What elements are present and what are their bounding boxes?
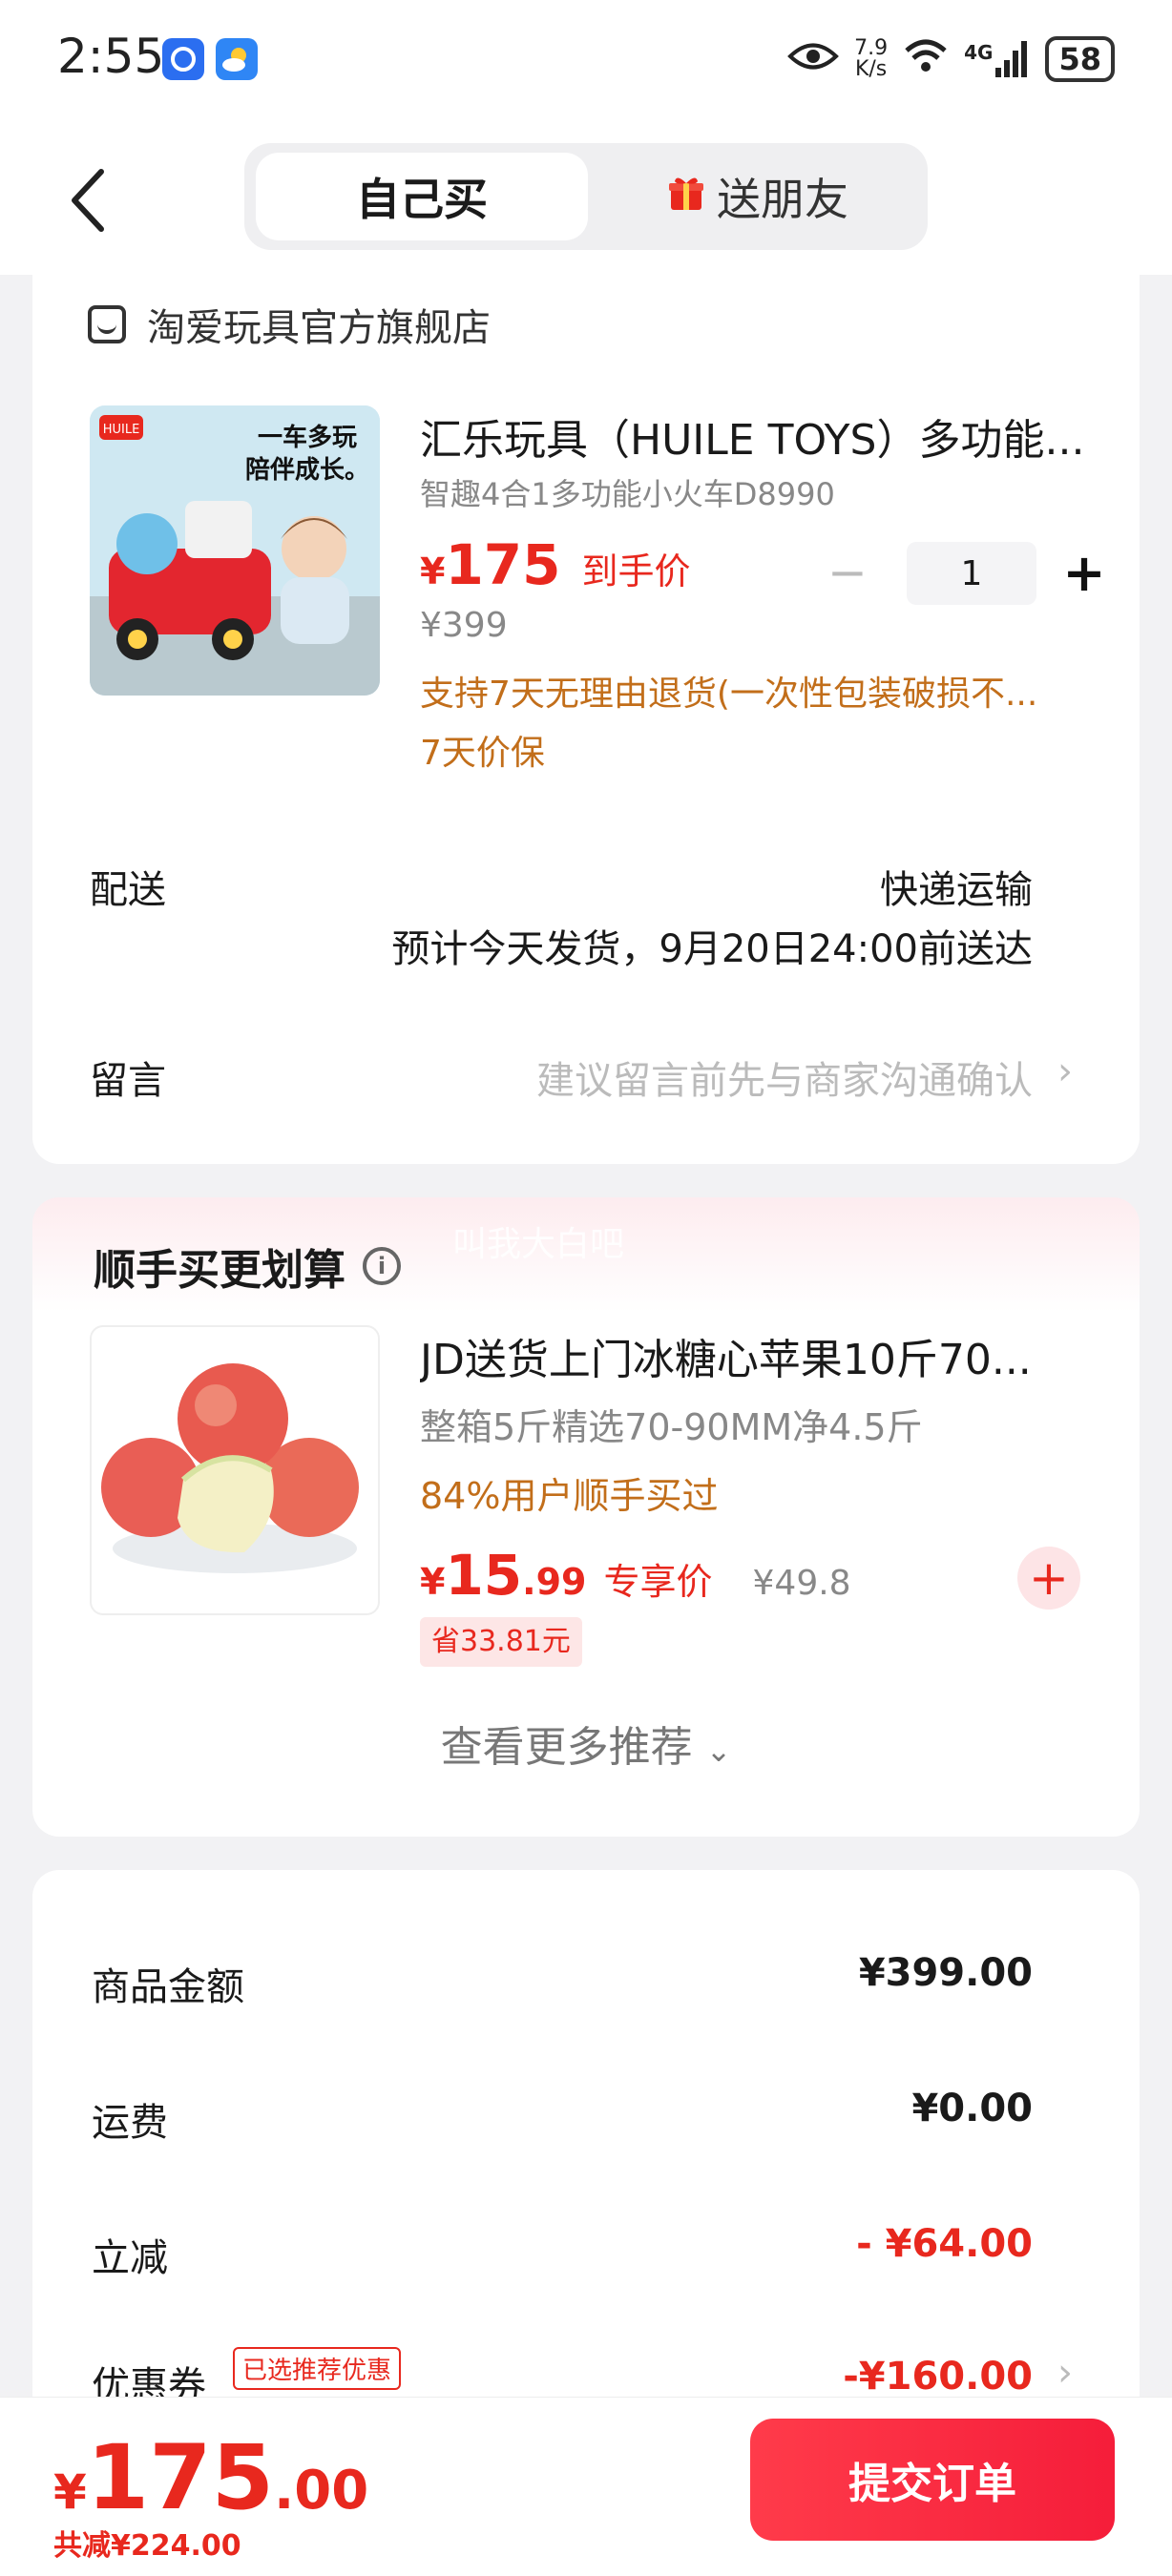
store-icon <box>88 305 126 343</box>
bottom-checkout-bar: ¥ 175 .00 共减¥224.00 提交订单 <box>0 2397 1172 2576</box>
recommended-product-name[interactable]: JD送货上门冰糖心苹果10斤70... <box>420 1325 1107 1386</box>
status-bar: 2:55 7.9 K/s 4G 58 <box>0 0 1172 124</box>
submit-order-button[interactable]: 提交订单 <box>750 2419 1115 2541</box>
summary-shipping-value: ¥0.00 <box>911 2087 1033 2130</box>
quantity-increase-button[interactable]: + <box>1056 543 1113 603</box>
total-dec: .00 <box>274 2460 369 2522</box>
recommended-price: ¥15.99 <box>420 1543 587 1608</box>
recommended-product-image[interactable] <box>90 1325 380 1615</box>
recommendation-card: 叫我大白吧 顺手买更划算 i JD送货上门冰糖心苹果10斤70... 整箱5斤精… <box>32 1197 1140 1837</box>
recommended-price-currency: ¥ <box>420 1561 446 1603</box>
recommended-price-row: ¥15.99 专享价 ¥49.8 <box>420 1543 851 1608</box>
recommended-product-spec: 整箱5斤精选70-90MM净4.5斤 <box>420 1406 923 1448</box>
delivery-eta: 预计今天发货，9月20日24:00前送达 <box>391 927 1033 971</box>
network-type: 4G <box>964 41 994 64</box>
weather-notification-icon <box>216 38 258 80</box>
status-indicators: 7.9 K/s 4G 58 <box>787 32 1115 86</box>
tab-buy-for-self[interactable]: 自己买 <box>256 153 588 240</box>
quantity-input[interactable]: 1 <box>907 542 1036 605</box>
recommended-product-bought: 84%用户顺手买过 <box>420 1475 719 1517</box>
original-price: ¥399 <box>420 606 508 645</box>
cell-signal-icon: 4G <box>964 41 1030 77</box>
final-price-tag: 到手价 <box>581 551 691 592</box>
eye-icon <box>787 40 840 79</box>
exclusive-price-tag: 专享价 <box>603 1561 713 1603</box>
coupon-chevron-icon[interactable]: › <box>1057 2351 1073 2395</box>
summary-coupon-value[interactable]: -¥160.00 <box>843 2355 1033 2399</box>
add-recommended-button[interactable]: + <box>1017 1547 1080 1610</box>
total-price: ¥ 175 .00 <box>53 2426 368 2530</box>
recommended-original-price: ¥49.8 <box>752 1564 851 1603</box>
info-icon[interactable]: i <box>363 1247 401 1285</box>
delivery-label: 配送 <box>90 868 166 912</box>
recommended-savings-badge: 省33.81元 <box>420 1617 582 1667</box>
price-value: 175 <box>445 532 561 597</box>
back-button[interactable] <box>61 162 118 239</box>
summary-goods-value: ¥399.00 <box>858 1951 1033 1995</box>
tab-send-to-friend-label: 送朋友 <box>717 174 848 225</box>
network-speed-unit: K/s <box>854 57 888 81</box>
coupon-recommended-badge: 已选推荐优惠 <box>233 2347 402 2390</box>
back-arrow-icon <box>72 169 104 232</box>
summary-discount-value: - ¥64.00 <box>856 2222 1033 2266</box>
store-name: 淘爱玩具官方旗舰店 <box>147 306 491 350</box>
header: 自己买 送朋友 <box>0 124 1172 275</box>
recommendation-title: 顺手买更划算 i <box>94 1236 401 1297</box>
recommended-price-int: 15 <box>445 1543 523 1608</box>
svg-text:一车多玩: 一车多玩 <box>258 423 357 452</box>
purchase-mode-switch: 自己买 送朋友 <box>244 143 928 250</box>
product-price-row: ¥175 到手价 <box>420 532 691 597</box>
product-spec[interactable]: 智趣4合1多功能小火车D8990 <box>420 470 835 514</box>
return-policy[interactable]: 支持7天无理由退货(一次性包装破损不... <box>420 666 1107 716</box>
wifi-icon <box>903 37 949 82</box>
product-price: ¥175 <box>420 532 561 597</box>
price-currency: ¥ <box>420 551 446 592</box>
total-savings: 共减¥224.00 <box>53 2529 241 2563</box>
network-speed: 7.9 K/s <box>854 38 888 80</box>
summary-discount-label: 立减 <box>92 2236 168 2280</box>
watermark-text: 叫我大白吧 <box>452 1225 625 1264</box>
tab-send-to-friend[interactable]: 送朋友 <box>597 153 918 240</box>
svg-text:陪伴成长。: 陪伴成长。 <box>245 455 369 485</box>
message-chevron-icon[interactable]: › <box>1057 1049 1073 1093</box>
message-input[interactable]: 建议留言前先与商家沟通确认 <box>536 1049 1033 1105</box>
more-recommendations-label: 查看更多推荐 <box>440 1723 693 1772</box>
gift-icon <box>667 171 705 222</box>
order-item-card: 淘爱玩具官方旗舰店 HUILE 一车多玩 陪伴成长。 汇乐玩具（HUILE TO… <box>32 267 1140 1164</box>
chevron-down-icon: ⌄ <box>705 1733 732 1769</box>
product-title[interactable]: 汇乐玩具（HUILE TOYS）多功能... <box>420 405 1107 467</box>
status-time: 2:55 <box>57 29 165 84</box>
total-int: 175 <box>86 2426 275 2530</box>
delivery-method[interactable]: 快递运输 <box>880 859 1033 914</box>
price-protection[interactable]: 7天价保 <box>420 725 545 775</box>
app-notification-icon <box>162 38 204 80</box>
summary-shipping-label: 运费 <box>92 2101 168 2145</box>
quantity-decrease-button[interactable]: − <box>819 544 876 601</box>
product-image-brand: HUILE <box>103 423 140 437</box>
message-label: 留言 <box>90 1059 166 1103</box>
total-currency: ¥ <box>53 2464 87 2520</box>
more-recommendations-button[interactable]: 查看更多推荐 ⌄ <box>32 1713 1140 1774</box>
product-image[interactable]: HUILE 一车多玩 陪伴成长。 <box>90 405 380 696</box>
store-header[interactable]: 淘爱玩具官方旗舰店 <box>88 296 491 353</box>
battery-indicator: 58 <box>1045 36 1115 82</box>
recommendation-title-text: 顺手买更划算 <box>94 1246 345 1295</box>
network-speed-value: 7.9 <box>854 36 889 60</box>
recommended-price-dec: .99 <box>522 1561 587 1603</box>
summary-goods-label: 商品金额 <box>92 1965 244 2009</box>
